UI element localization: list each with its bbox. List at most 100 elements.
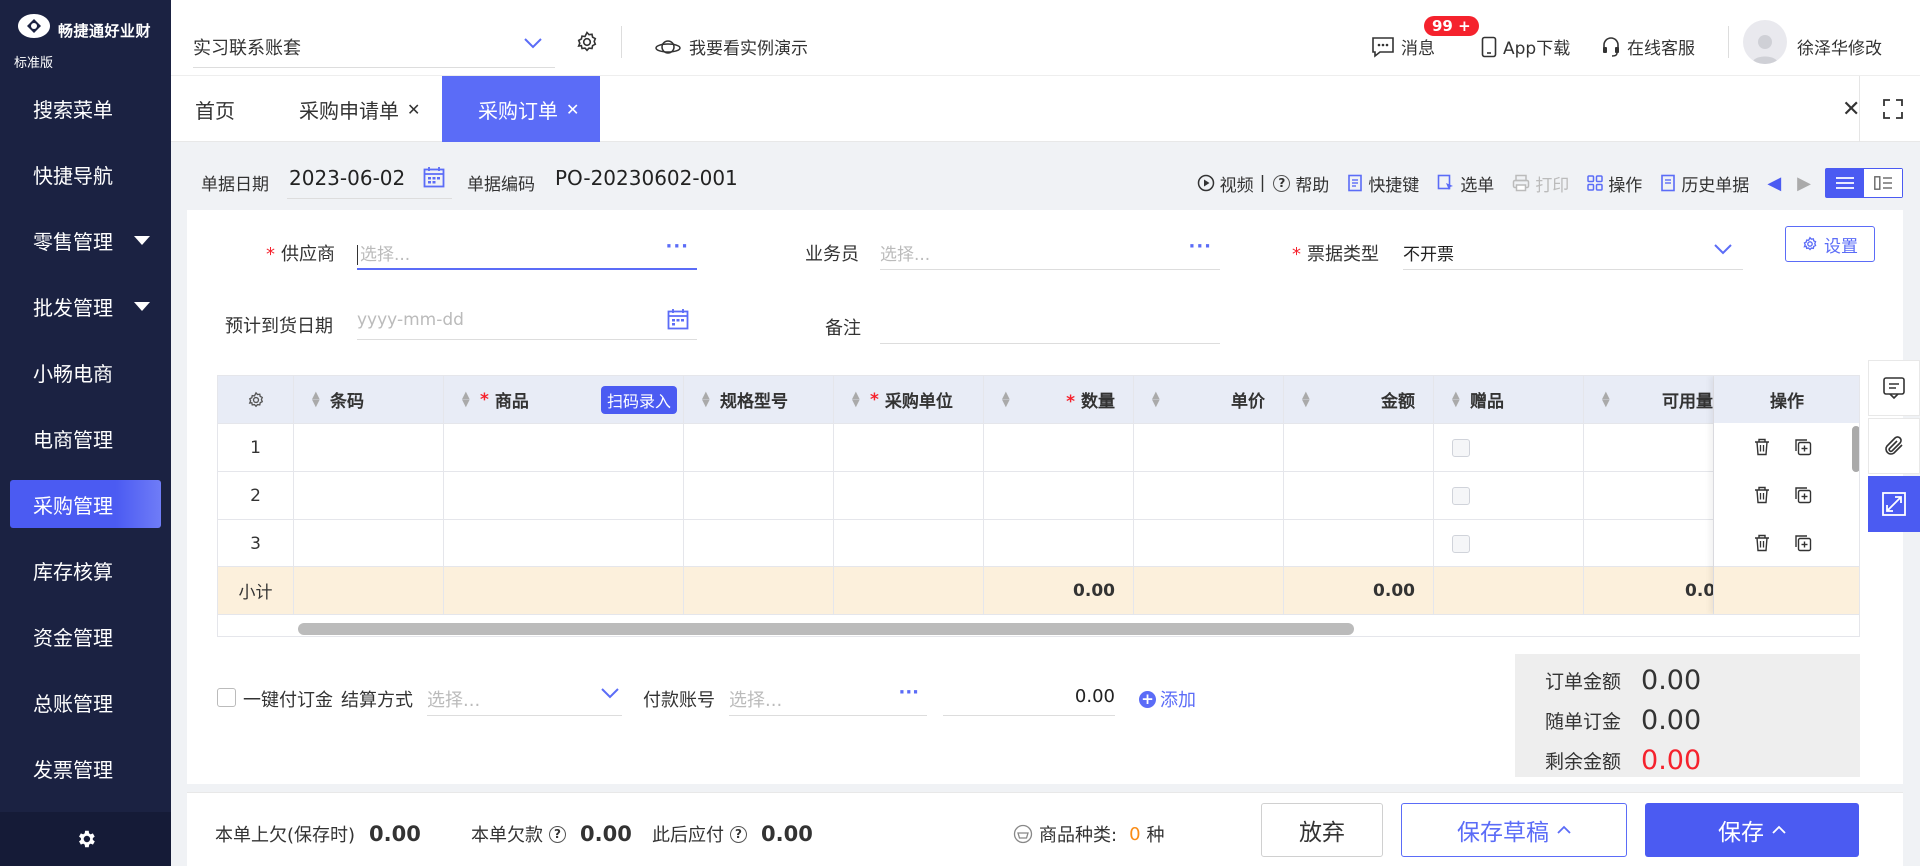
spec-cell[interactable] bbox=[684, 472, 834, 519]
quantity-cell[interactable] bbox=[984, 424, 1134, 471]
sort-icon[interactable]: ▲ ▼ bbox=[852, 390, 862, 408]
gift-checkbox[interactable] bbox=[1452, 534, 1470, 553]
sidebar-item-invoice[interactable]: 发票管理 bbox=[0, 735, 171, 801]
sidebar-item-inventory[interactable]: 库存核算 bbox=[0, 537, 171, 603]
column-header-gift[interactable]: ▲ ▼ 赠品 bbox=[1434, 376, 1584, 423]
remark-input[interactable] bbox=[880, 308, 1220, 344]
date-value[interactable]: 2023-06-02 bbox=[289, 166, 405, 190]
spec-cell[interactable] bbox=[684, 424, 834, 471]
print-button[interactable]: 打印 bbox=[1512, 171, 1569, 196]
spec-cell[interactable] bbox=[684, 520, 834, 567]
amount-cell[interactable] bbox=[1284, 424, 1434, 471]
barcode-cell[interactable] bbox=[294, 424, 444, 471]
more-icon[interactable]: ··· bbox=[1188, 236, 1212, 257]
copy-add-icon[interactable] bbox=[1794, 438, 1812, 456]
sort-icon[interactable]: ▲ ▼ bbox=[1152, 390, 1162, 408]
quantity-cell[interactable] bbox=[984, 472, 1134, 519]
product-cell[interactable] bbox=[444, 520, 684, 567]
price-cell[interactable] bbox=[1134, 520, 1284, 567]
sort-icon[interactable]: ▲ ▼ bbox=[702, 390, 712, 408]
column-header-spec[interactable]: ▲ ▼ 规格型号 bbox=[684, 376, 834, 423]
sort-icon[interactable]: ▲ ▼ bbox=[1002, 390, 1012, 408]
salesman-input[interactable]: 选择... ··· bbox=[880, 234, 1220, 270]
trash-icon[interactable] bbox=[1754, 534, 1770, 552]
notes-button[interactable] bbox=[1868, 360, 1920, 416]
horizontal-scrollbar[interactable] bbox=[298, 623, 1354, 635]
video-button[interactable]: 视频 bbox=[1197, 171, 1254, 196]
scan-input-button[interactable]: 扫码录入 bbox=[600, 385, 677, 414]
sort-icon[interactable]: ▲ ▼ bbox=[1602, 390, 1612, 408]
barcode-cell[interactable] bbox=[294, 520, 444, 567]
copy-add-icon[interactable] bbox=[1794, 486, 1812, 504]
prev-record-icon[interactable]: ◀ bbox=[1767, 173, 1781, 194]
amount-cell[interactable] bbox=[1284, 472, 1434, 519]
vertical-scrollbar[interactable] bbox=[1852, 426, 1859, 472]
supplier-input[interactable]: 选择... ··· bbox=[357, 234, 697, 270]
help-button[interactable]: ? 帮助 bbox=[1273, 171, 1329, 196]
product-cell[interactable] bbox=[444, 472, 684, 519]
expand-button[interactable] bbox=[1868, 476, 1920, 532]
invoice-type-select[interactable]: 不开票 bbox=[1403, 234, 1743, 270]
amount-cell[interactable] bbox=[1284, 520, 1434, 567]
sidebar-item-search-menu[interactable]: 搜索菜单 bbox=[0, 75, 171, 141]
help-icon[interactable]: ? bbox=[549, 825, 566, 843]
messages-button[interactable]: 消息 bbox=[1371, 34, 1435, 59]
price-cell[interactable] bbox=[1134, 424, 1284, 471]
sidebar-item-ecommerce[interactable]: 电商管理 bbox=[0, 405, 171, 471]
sidebar-item-retail[interactable]: 零售管理 bbox=[0, 207, 171, 273]
detail-view-button[interactable] bbox=[1864, 169, 1902, 197]
add-payment-button[interactable]: + 添加 bbox=[1139, 686, 1196, 712]
unit-cell[interactable] bbox=[834, 520, 984, 567]
attachment-button[interactable] bbox=[1868, 418, 1920, 474]
tab-home[interactable]: 首页 bbox=[195, 76, 235, 142]
gift-checkbox[interactable] bbox=[1452, 486, 1470, 505]
user-name[interactable]: 徐泽华修改 bbox=[1797, 34, 1882, 59]
calendar-icon[interactable] bbox=[667, 308, 689, 330]
gear-icon[interactable] bbox=[575, 30, 599, 54]
list-view-button[interactable] bbox=[1826, 169, 1864, 197]
brand-logo[interactable]: 畅捷通好业财 标准版 bbox=[0, 0, 171, 75]
pay-account-input[interactable]: 选择... ··· bbox=[729, 678, 927, 716]
next-record-icon[interactable]: ▶ bbox=[1797, 173, 1811, 194]
copy-add-icon[interactable] bbox=[1794, 534, 1812, 552]
product-cell[interactable] bbox=[444, 424, 684, 471]
help-icon[interactable]: ? bbox=[730, 825, 747, 843]
fullscreen-button[interactable] bbox=[1883, 76, 1903, 142]
online-service-button[interactable]: 在线客服 bbox=[1601, 34, 1695, 59]
trash-icon[interactable] bbox=[1754, 438, 1770, 456]
discard-button[interactable]: 放弃 bbox=[1261, 803, 1383, 857]
sort-icon[interactable]: ▲ ▼ bbox=[462, 390, 472, 408]
price-cell[interactable] bbox=[1134, 472, 1284, 519]
sort-icon[interactable]: ▲ ▼ bbox=[312, 390, 322, 408]
sidebar-item-quick-nav[interactable]: 快捷导航 bbox=[0, 141, 171, 207]
pay-amount-input[interactable]: 0.00 bbox=[943, 678, 1115, 716]
quantity-cell[interactable] bbox=[984, 520, 1134, 567]
sidebar-item-funds[interactable]: 资金管理 bbox=[0, 603, 171, 669]
column-header-price[interactable]: ▲ ▼ 单价 bbox=[1134, 376, 1284, 423]
sidebar-settings-button[interactable] bbox=[0, 812, 171, 866]
gift-checkbox[interactable] bbox=[1452, 438, 1470, 457]
column-header-amount[interactable]: ▲ ▼ 金额 bbox=[1284, 376, 1434, 423]
sidebar-item-purchase[interactable]: 采购管理 bbox=[10, 480, 161, 528]
close-all-tabs-button[interactable]: ✕ bbox=[1842, 76, 1860, 142]
unit-cell[interactable] bbox=[834, 472, 984, 519]
close-icon[interactable]: ✕ bbox=[407, 100, 420, 119]
sidebar-item-xiaochang-ecommerce[interactable]: 小畅电商 bbox=[0, 339, 171, 405]
shortcut-button[interactable]: 快捷键 bbox=[1347, 171, 1419, 196]
save-draft-button[interactable]: 保存草稿 bbox=[1401, 803, 1627, 857]
column-settings-button[interactable] bbox=[218, 376, 294, 423]
app-download-button[interactable]: App下载 bbox=[1481, 34, 1570, 59]
settings-button[interactable]: 设置 bbox=[1785, 226, 1875, 262]
trash-icon[interactable] bbox=[1754, 486, 1770, 504]
column-header-quantity[interactable]: ▲ ▼ * 数量 bbox=[984, 376, 1134, 423]
sidebar-item-ledger[interactable]: 总账管理 bbox=[0, 669, 171, 735]
sidebar-item-wholesale[interactable]: 批发管理 bbox=[0, 273, 171, 339]
column-header-available[interactable]: ▲ ▼ 可用量 bbox=[1584, 376, 1714, 423]
demo-link[interactable]: 我要看实例演示 bbox=[655, 34, 808, 59]
select-bill-button[interactable]: 选单 bbox=[1437, 171, 1494, 196]
save-button[interactable]: 保存 bbox=[1645, 803, 1859, 857]
history-button[interactable]: 历史单据 bbox=[1660, 171, 1749, 196]
barcode-cell[interactable] bbox=[294, 472, 444, 519]
settle-method-select[interactable]: 选择... bbox=[427, 678, 622, 716]
more-icon[interactable]: ··· bbox=[898, 682, 919, 703]
